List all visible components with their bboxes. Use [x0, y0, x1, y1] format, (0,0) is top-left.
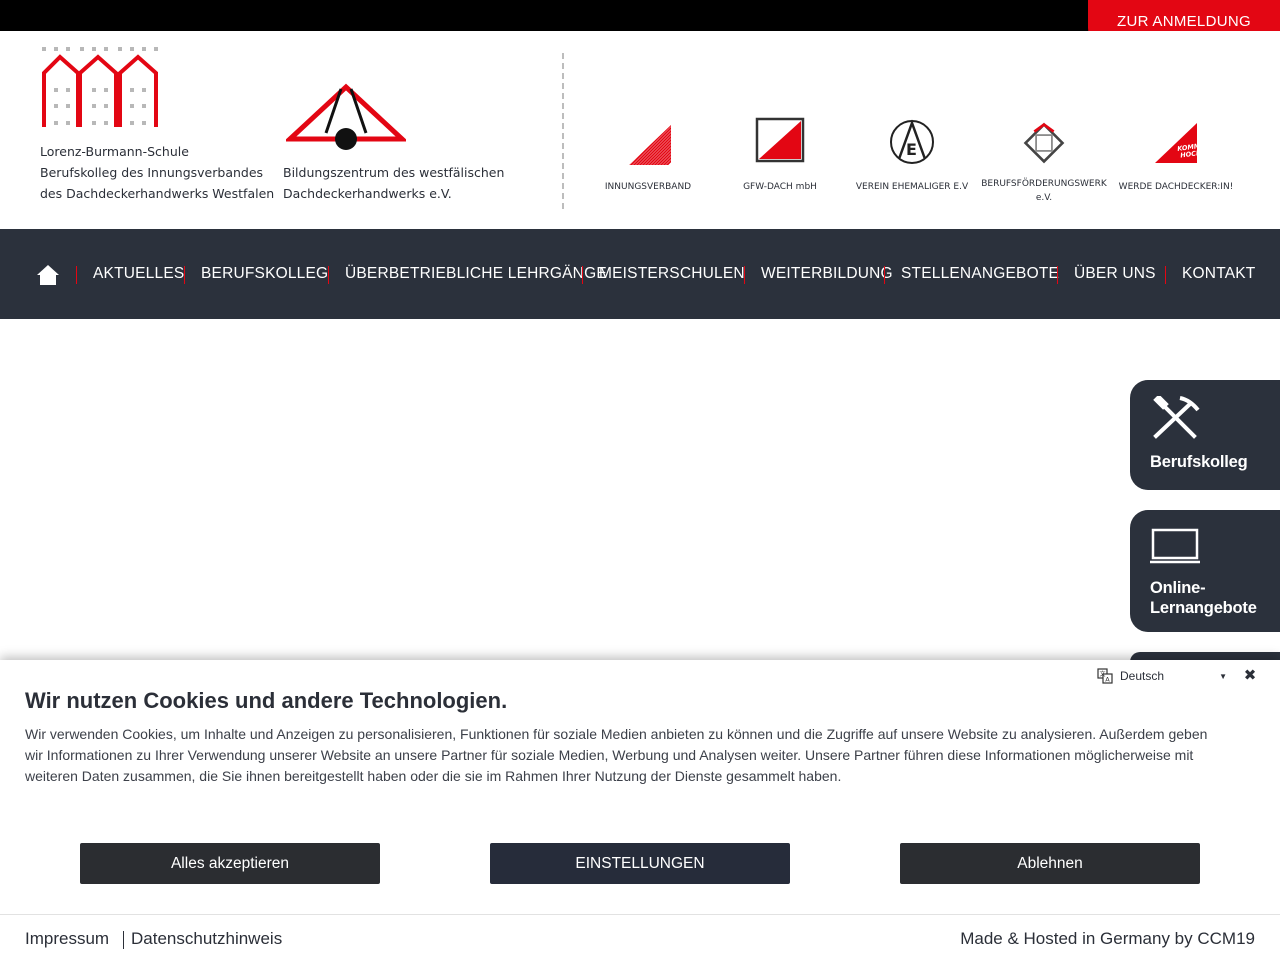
cookie-body-text: Wir verwenden Cookies, um Inhalte und An…: [25, 726, 1208, 784]
settings-button[interactable]: EINSTELLUNGEN: [490, 843, 790, 884]
decline-button[interactable]: Ablehnen: [900, 843, 1200, 884]
partner-label: BERUFSFÖRDERUNGSWERK e.V.: [981, 179, 1107, 203]
bildungszentrum-name-line: Bildungszentrum des westfälischen: [283, 165, 505, 180]
bildungszentrum-name: Bildungszentrum des westfälischen Dachde…: [283, 162, 504, 204]
nav-item-ueber-uns[interactable]: ÜBER UNS: [1074, 229, 1156, 319]
nav-separator: [582, 266, 583, 284]
site-header: Lorenz-Burmann-Schule Berufskolleg des I…: [0, 31, 1280, 229]
nav-separator: [76, 266, 77, 284]
partner-werde-dachdecker[interactable]: KOMM HOCH! WERDE DACHDECKER:IN!: [1106, 117, 1246, 194]
side-tab-label: Berufskolleg: [1150, 453, 1248, 471]
header-divider: [562, 53, 564, 209]
verein-ehemaliger-logo-icon: E: [890, 119, 934, 164]
home-icon[interactable]: [36, 264, 60, 286]
accept-all-button[interactable]: Alles akzeptieren: [80, 843, 380, 884]
close-icon[interactable]: ✖: [1242, 668, 1258, 684]
komm-hoch-logo-icon: KOMM HOCH!: [1155, 123, 1205, 163]
partner-berufsfoerderungswerk[interactable]: BERUFSFÖRDERUNGSWERK e.V.: [974, 121, 1114, 205]
main-navigation: AKTUELLES BERUFSKOLLEG ÜBERBETRIEBLICHE …: [0, 229, 1280, 319]
nav-separator: [1165, 266, 1166, 284]
lorenz-burmann-schule-logo-icon[interactable]: [40, 47, 165, 129]
school-name: Lorenz-Burmann-Schule Berufskolleg des I…: [40, 141, 274, 204]
partner-verein-ehemaliger[interactable]: E VEREIN EHEMALIGER E.V: [842, 117, 982, 194]
school-name-line: des Dachdeckerhandwerks Westfalen: [40, 186, 275, 201]
nav-separator: [184, 266, 185, 284]
language-select[interactable]: 文 A Deutsch ▼: [1097, 668, 1227, 684]
nav-separator: [328, 266, 329, 284]
partner-label: WERDE DACHDECKER:IN!: [1118, 182, 1234, 192]
innungsverband-logo-icon: [629, 125, 671, 165]
caret-down-icon: ▼: [1219, 671, 1227, 681]
hammer-pick-icon: [1153, 396, 1200, 439]
language-value: Deutsch: [1120, 669, 1165, 683]
nav-separator: [1057, 266, 1058, 284]
nav-item-berufskolleg[interactable]: BERUFSKOLLEG: [201, 229, 328, 319]
footer-separator: [123, 931, 124, 949]
nav-item-kontakt[interactable]: KONTAKT: [1182, 229, 1255, 319]
partner-label: INNUNGSVERBAND: [604, 182, 692, 192]
school-name-line: Lorenz-Burmann-Schule: [40, 144, 189, 159]
cookie-consent-banner: 文 A Deutsch ▼ ✖ Wir nutzen Cookies und a…: [0, 660, 1280, 960]
impressum-link[interactable]: Impressum: [25, 929, 109, 949]
svg-text:E: E: [906, 140, 917, 159]
nav-separator: [744, 266, 745, 284]
nav-item-aktuelles[interactable]: AKTUELLES: [93, 229, 184, 319]
partner-label: GFW-DACH mbH: [743, 182, 817, 192]
ccm19-link[interactable]: Made & Hosted in Germany by CCM19: [960, 929, 1255, 949]
side-tab-online-lernangebote[interactable]: Online- Lernangebote: [1130, 510, 1280, 632]
gfw-dach-logo-icon: [755, 117, 805, 163]
nav-separator: [884, 266, 885, 284]
bildungszentrum-name-line: Dachdeckerhandwerks e.V.: [283, 186, 452, 201]
cookie-title: Wir nutzen Cookies und andere Technologi…: [25, 688, 508, 713]
partner-innungsverband[interactable]: INNUNGSVERBAND: [578, 117, 718, 194]
nav-item-weiterbildung[interactable]: WEITERBILDUNG: [761, 229, 893, 319]
partner-gfw-dach[interactable]: GFW-DACH mbH: [710, 117, 850, 194]
side-tab-label: Online-: [1150, 579, 1206, 597]
nav-item-stellenangebote[interactable]: STELLENANGEBOTE: [901, 229, 1059, 319]
translate-icon: 文 A: [1097, 668, 1113, 684]
partner-label: VEREIN EHEMALIGER E.V: [855, 182, 969, 192]
nav-item-ueberbetriebliche-lehrgaenge[interactable]: ÜBERBETRIEBLICHE LEHRGÄNGE: [345, 229, 607, 319]
bildungszentrum-logo-icon[interactable]: [286, 83, 406, 153]
school-name-line: Berufskolleg des Innungsverbandes: [40, 165, 264, 180]
cookie-footer: Impressum Datenschutzhinweis Made & Host…: [0, 914, 1280, 960]
berufsfoerderungswerk-logo-icon: [1023, 122, 1065, 164]
svg-text:A: A: [1105, 676, 1110, 684]
datenschutz-link[interactable]: Datenschutzhinweis: [131, 929, 282, 949]
side-tab-berufskolleg[interactable]: Berufskolleg: [1130, 380, 1280, 490]
laptop-icon: [1150, 528, 1200, 564]
nav-item-meisterschulen[interactable]: MEISTERSCHULEN: [599, 229, 745, 319]
side-tab-label: Lernangebote: [1150, 599, 1257, 617]
